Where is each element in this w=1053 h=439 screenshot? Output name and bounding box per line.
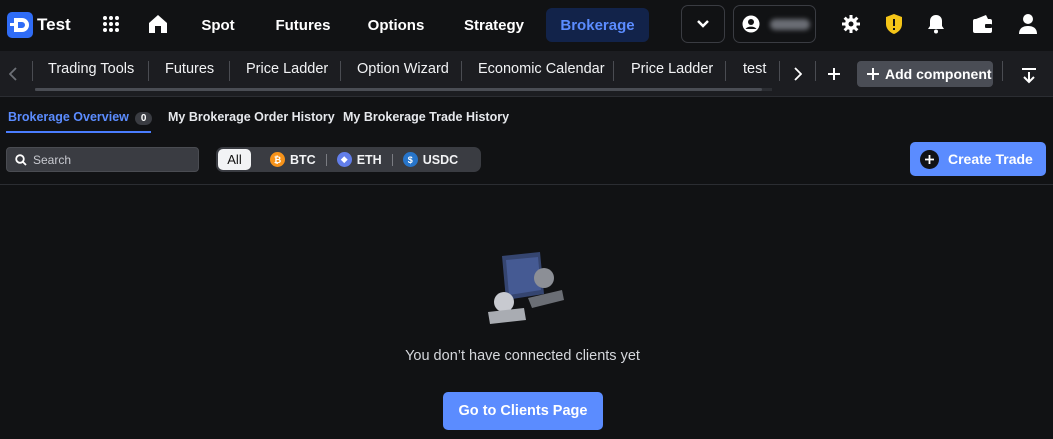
security-shield-icon[interactable]: [884, 12, 904, 36]
asset-filter-group: All ₿ BTC ◆ ETH $ USDC: [216, 147, 481, 172]
filter-divider: [391, 153, 393, 166]
apps-grid-icon[interactable]: [100, 13, 122, 35]
nav-futures[interactable]: Futures: [268, 8, 338, 42]
add-component-label: Add component: [885, 66, 992, 82]
search-input[interactable]: [33, 152, 193, 167]
coin-label: USDC: [422, 152, 459, 167]
create-trade-label: Create Trade: [948, 151, 1033, 167]
tab-divider: [229, 61, 230, 81]
btc-icon: ₿: [270, 152, 285, 167]
eth-icon: ◆: [336, 152, 352, 167]
subtab-trade-history[interactable]: My Brokerage Trade History: [343, 110, 509, 124]
filter-all[interactable]: All: [218, 149, 251, 170]
tab-divider: [815, 61, 816, 81]
account-id-redacted: [770, 18, 810, 30]
brand-logo-icon: [7, 12, 33, 38]
wallet-icon[interactable]: [971, 13, 995, 35]
tool-tab-test[interactable]: test: [743, 61, 766, 77]
active-subtab-indicator: [6, 131, 151, 133]
tab-divider: [340, 61, 341, 81]
tab-divider: [32, 61, 33, 81]
count-badge: 0: [134, 112, 153, 125]
plus-circle-icon: [920, 149, 939, 169]
settings-gear-icon[interactable]: [840, 13, 862, 35]
tab-divider: [148, 61, 149, 81]
more-dropdown-button[interactable]: [681, 5, 725, 43]
filter-btc[interactable]: ₿ BTC: [270, 152, 316, 167]
collapse-download-icon[interactable]: [1018, 64, 1040, 86]
tab-divider: [1002, 61, 1003, 81]
go-to-clients-button[interactable]: Go to Clients Page: [443, 392, 603, 430]
nav-strategy[interactable]: Strategy: [455, 8, 533, 42]
tool-tab-futures[interactable]: Futures: [165, 61, 214, 77]
scroll-left-chevron-icon[interactable]: [6, 64, 20, 84]
tool-tab-option-wizard[interactable]: Option Wizard: [357, 61, 449, 77]
top-navigation: Test Spot Futures Options Strategy Broke…: [0, 0, 1053, 51]
filter-divider: [325, 153, 327, 166]
notification-bell-icon[interactable]: [926, 12, 946, 36]
usdc-icon: $: [402, 152, 418, 167]
add-tab-plus-icon[interactable]: [824, 64, 844, 84]
search-field[interactable]: [6, 147, 199, 172]
coin-label: BTC: [290, 152, 316, 167]
brand-name: Test: [37, 15, 71, 34]
filter-eth[interactable]: ◆ ETH: [336, 152, 382, 167]
tool-tab-trading-tools[interactable]: Trading Tools: [48, 61, 134, 77]
chevron-down-icon: [697, 20, 709, 28]
profile-user-icon[interactable]: [1017, 12, 1039, 36]
search-icon: [15, 153, 27, 166]
add-component-button[interactable]: Add component: [857, 61, 993, 87]
subtab-label: Brokerage Overview: [8, 110, 129, 124]
account-button[interactable]: [733, 5, 816, 43]
plus-icon: [867, 68, 879, 80]
no-clients-illustration-icon: [484, 250, 566, 330]
tab-divider: [461, 61, 462, 81]
tool-tab-economic-calendar[interactable]: Economic Calendar: [478, 61, 605, 77]
tab-divider: [613, 61, 614, 81]
filter-usdc[interactable]: $ USDC: [402, 152, 459, 167]
tab-divider: [725, 61, 726, 81]
nav-options[interactable]: Options: [361, 8, 431, 42]
nav-spot[interactable]: Spot: [193, 8, 243, 42]
subtab-order-history[interactable]: My Brokerage Order History: [168, 110, 335, 124]
tool-tab-price-ladder-2[interactable]: Price Ladder: [631, 61, 713, 77]
tab-divider: [779, 61, 780, 81]
nav-brokerage[interactable]: Brokerage: [546, 8, 649, 42]
tabs-scrollbar-thumb[interactable]: [35, 88, 762, 91]
brand[interactable]: Test: [7, 12, 71, 38]
create-trade-button[interactable]: Create Trade: [910, 142, 1046, 176]
subtab-brokerage-overview[interactable]: Brokerage Overview 0: [8, 110, 153, 125]
scroll-right-chevron-icon[interactable]: [790, 64, 806, 84]
tool-tab-price-ladder[interactable]: Price Ladder: [246, 61, 328, 77]
section-divider: [0, 184, 1053, 185]
coin-label: ETH: [356, 152, 382, 167]
empty-state-message: You don’t have connected clients yet: [405, 348, 640, 364]
home-icon[interactable]: [146, 12, 170, 36]
user-circle-icon: [742, 15, 760, 33]
